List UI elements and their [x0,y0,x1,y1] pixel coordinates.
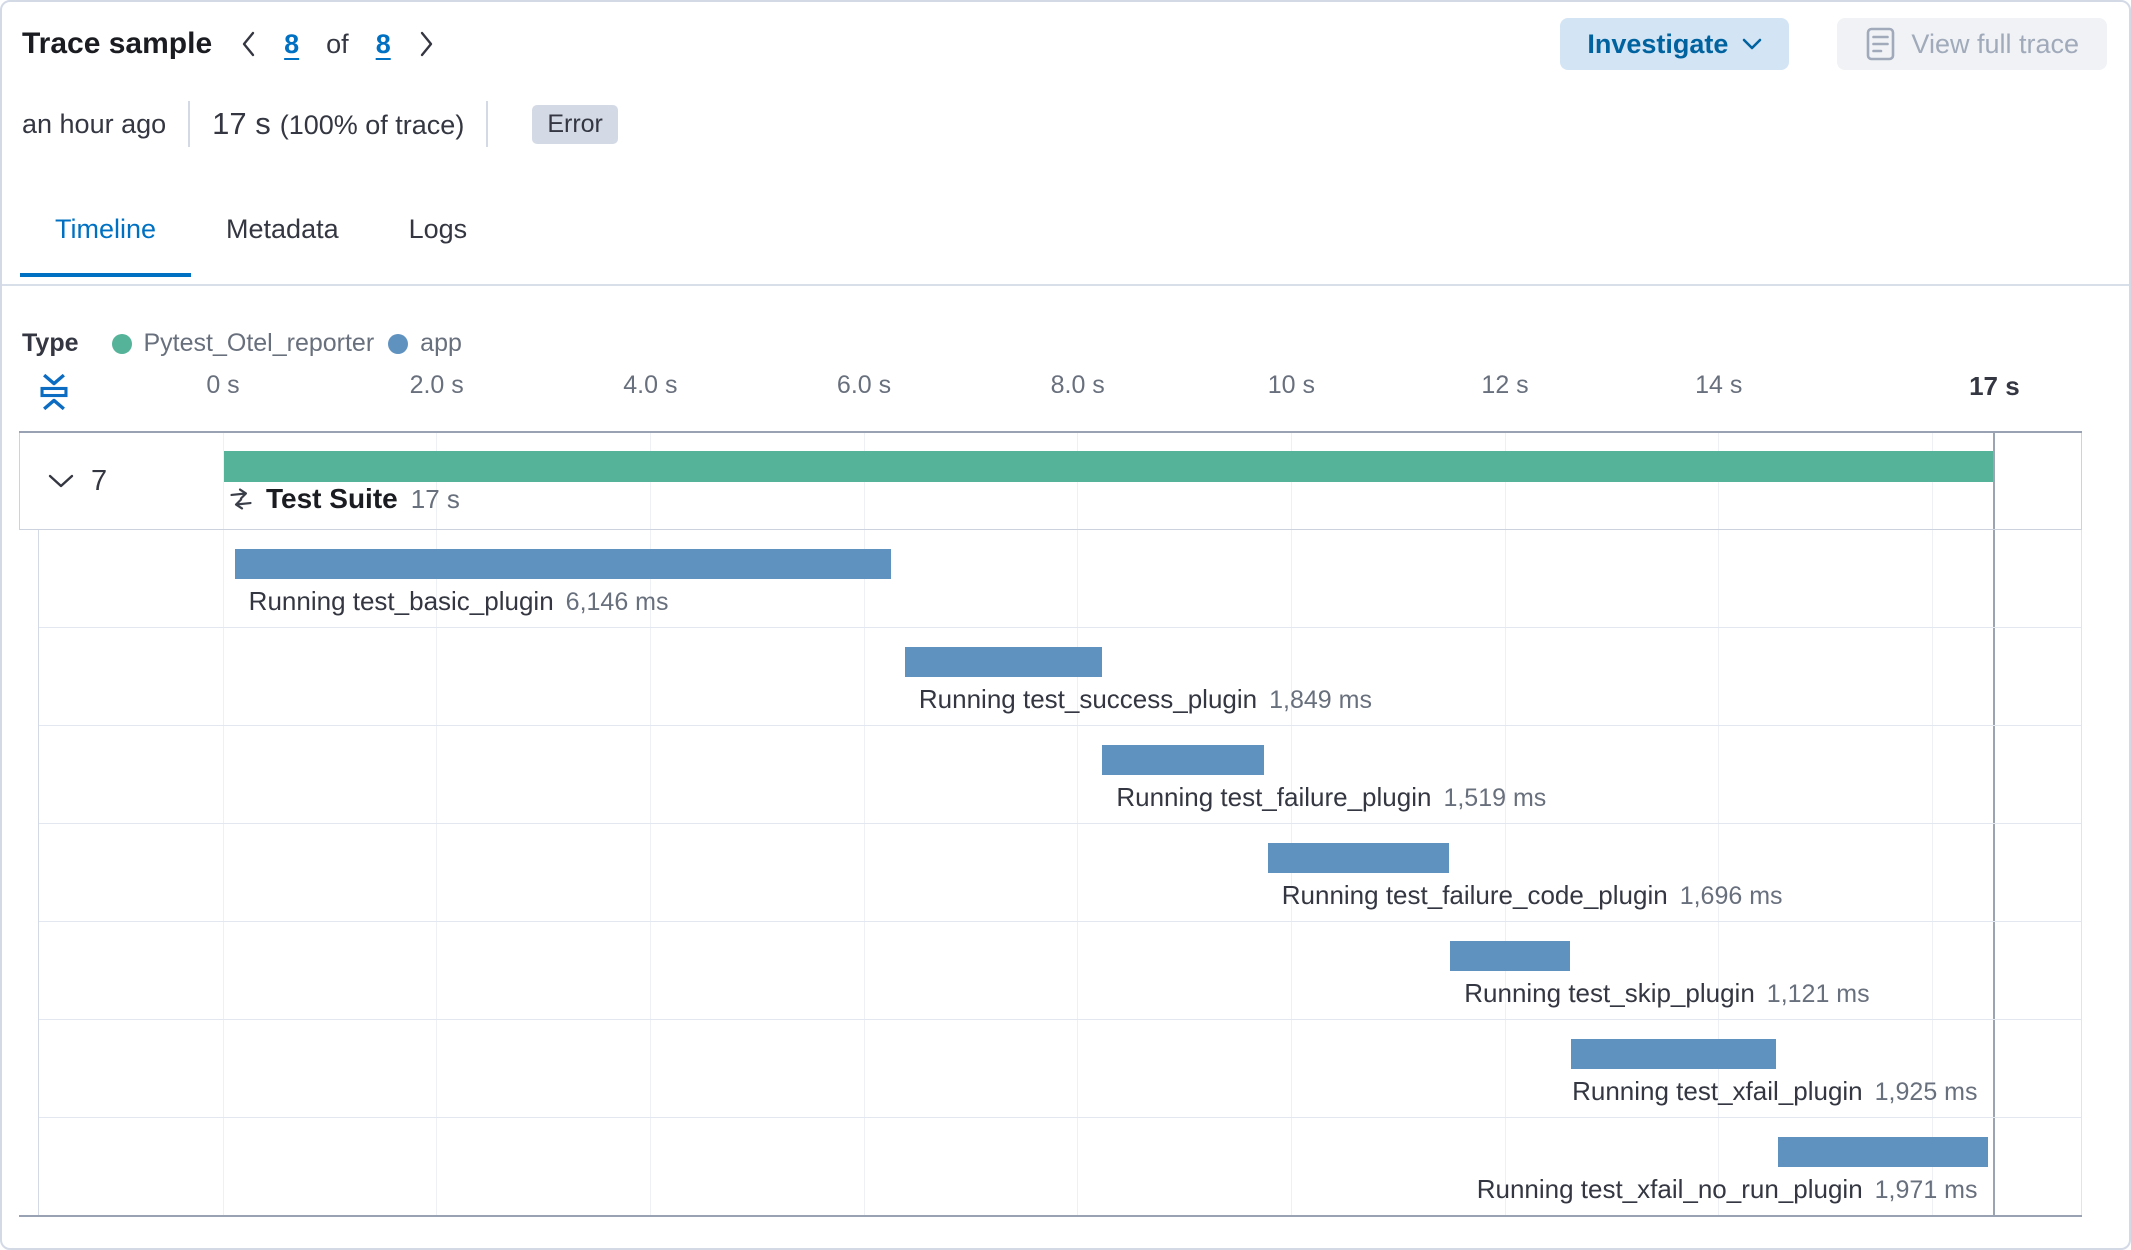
axis-tick-label: 0 s [206,371,240,399]
chevron-down-icon [48,473,74,489]
document-icon [1865,26,1896,62]
fold-icon [37,373,71,411]
span-duration: 6,146 ms [565,588,669,616]
span-row: Running test_xfail_plugin 1,925 ms [39,1020,2081,1118]
waterfall-top-border [19,431,2082,433]
view-full-trace-label: View full trace [1911,28,2079,59]
waterfall-bottom-border [19,1215,2082,1217]
axis-tick-label: 4.0 s [623,371,678,399]
span-duration: 1,121 ms [1766,980,1870,1008]
transaction-row-test-suite: 7 Test Suite 17 s [19,433,2082,530]
span-bar[interactable] [904,647,1103,677]
trace-timestamp: an hour ago [22,108,167,139]
summary-divider [486,101,489,147]
header: Trace sample 8 of 8 Investigate View ful… [22,16,2107,72]
merge-arrows-icon [229,487,253,511]
span-rows: Running test_basic_plugin 6,146 ms Running… [38,530,2082,1216]
axis-tick-label: 2.0 s [409,371,464,399]
chevron-down-icon [1742,38,1762,50]
pager-of-label: of [326,28,349,59]
span-bar[interactable] [1102,745,1265,775]
investigate-button-label: Investigate [1587,28,1729,59]
legend-title: Type [22,329,79,357]
child-span-count: 7 [91,464,108,497]
type-legend: Type Pytest_Otel_reporter app [22,329,476,358]
span-row: Running test_failure_code_plugin 1,696 ms [39,824,2081,922]
span-bar[interactable] [234,549,891,579]
legend-label-pytest: Pytest_Otel_reporter [143,329,375,357]
trace-duration-value: 17 s [212,106,271,141]
legend-dot-green [111,333,132,354]
trace-duration: 17 s (100% of trace) [212,106,464,142]
span-row: Running test_basic_plugin 6,146 ms [39,530,2081,628]
total-trace-link[interactable]: 8 [376,29,391,60]
chevron-right-icon [418,29,435,59]
span-row: Running test_xfail_no_run_plugin 1,971 ms [39,1118,2081,1216]
axis-tick-label: 17 s [1969,371,2020,401]
span-row: Running test_failure_plugin 1,519 ms [39,726,2081,824]
span-name: Running test_xfail_no_run_plugin [1476,1174,1863,1204]
span-duration: 1,925 ms [1874,1078,1978,1106]
span-bar[interactable] [1450,941,1570,971]
investigate-button[interactable]: Investigate [1560,18,1790,70]
axis-tick-label: 8.0 s [1050,371,1105,399]
span-bar[interactable] [1570,1039,1777,1069]
axis-tick-label: 10 s [1267,371,1316,399]
span-duration: 1,519 ms [1443,784,1547,812]
trace-sample-panel: Trace sample 8 of 8 Investigate View ful… [0,0,2131,1250]
test-suite-bar[interactable] [224,451,1994,482]
span-name: Running test_basic_plugin [248,586,554,616]
tab-metadata[interactable]: Metadata [191,198,374,275]
summary-divider [188,101,191,147]
span-name: Running test_xfail_plugin [1572,1076,1863,1106]
tab-logs[interactable]: Logs [374,198,503,275]
error-badge: Error [532,104,618,144]
tab-timeline[interactable]: Timeline [20,198,192,277]
chevron-left-icon [240,29,257,59]
trace-duration-note: (100% of trace) [279,110,465,140]
page-title: Trace sample [22,27,213,60]
span-name: Running test_success_plugin [918,684,1258,714]
trace-pager: 8 of 8 [240,29,435,60]
span-row: Running test_skip_plugin 1,121 ms [39,922,2081,1020]
time-axis: 0 s 2.0 s 4.0 s 6.0 s 8.0 s 10 s 12 s 14 s 17 s [206,371,2082,401]
trace-summary: an hour ago 17 s (100% of trace) Error [22,96,618,152]
transaction-name: Test Suite [266,483,398,514]
collapse-all-button[interactable] [35,371,73,413]
span-name: Running test_failure_code_plugin [1281,880,1668,910]
legend-dot-blue [388,333,409,354]
span-bar[interactable] [1777,1137,1989,1167]
axis-tick-label: 12 s [1481,371,1529,399]
span-duration: 1,971 ms [1874,1176,1978,1204]
tabs-divider [2,284,2129,286]
span-bar[interactable] [1267,843,1449,873]
view-full-trace-button[interactable]: View full trace [1837,18,2107,70]
legend-label-app: app [420,329,462,357]
previous-trace-button[interactable] [240,29,257,59]
transaction-duration: 17 s [410,483,460,514]
span-name: Running test_failure_plugin [1116,782,1432,812]
span-duration: 1,849 ms [1269,686,1372,714]
next-trace-button[interactable] [418,29,435,59]
span-name: Running test_skip_plugin [1464,978,1755,1008]
current-trace-link[interactable]: 8 [284,29,299,60]
collapse-children-button[interactable] [48,473,74,489]
tabs: Timeline Metadata Logs [20,198,503,277]
axis-tick-label: 6.0 s [836,371,892,399]
span-row: Running test_success_plugin 1,849 ms [39,628,2081,726]
axis-tick-label: 14 s [1695,371,1743,399]
span-duration: 1,696 ms [1679,882,1783,910]
